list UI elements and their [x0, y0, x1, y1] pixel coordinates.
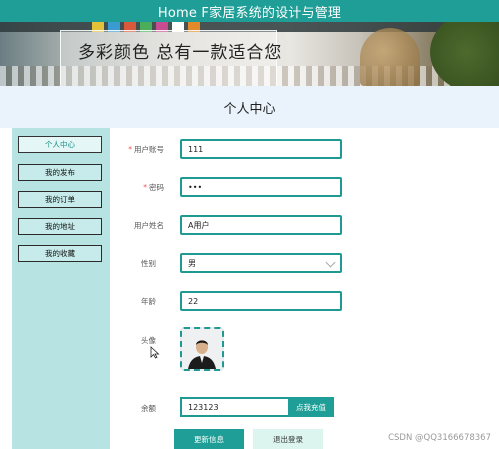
sidebar-item-my-posts[interactable]: 我的发布	[18, 164, 102, 181]
banner-plant-image	[430, 22, 499, 86]
required-mark: *	[143, 183, 147, 192]
balance-label: 余额	[141, 404, 156, 413]
gender-value: 男	[188, 258, 196, 268]
sidebar-item-my-address[interactable]: 我的地址	[18, 218, 102, 235]
update-info-button[interactable]: 更新信息	[174, 429, 244, 449]
name-label: 用户姓名	[134, 221, 164, 230]
app-title: Home F家居系统的设计与管理	[157, 5, 342, 21]
page-title: 个人中心	[223, 102, 276, 117]
age-label: 年龄	[141, 297, 156, 306]
banner-chair-image	[360, 28, 420, 86]
age-value: 22	[188, 296, 199, 306]
sidebar-item-label: 我的发布	[45, 168, 75, 177]
logout-button[interactable]: 退出登录	[253, 429, 323, 449]
recharge-button[interactable]: 点我充值	[288, 397, 334, 417]
password-value: •••	[188, 182, 203, 192]
balance-value: 123123	[188, 402, 219, 412]
balance-field[interactable]: 123123	[180, 397, 288, 417]
chevron-down-icon	[325, 257, 336, 268]
sidebar-item-label: 我的订单	[45, 195, 75, 204]
account-field[interactable]: 111	[180, 139, 342, 159]
hero-banner: 多彩颜色 总有一款适合您	[0, 22, 499, 86]
password-label: * 密码	[143, 183, 164, 192]
name-field[interactable]: A用户	[180, 215, 342, 235]
sidebar-item-my-orders[interactable]: 我的订单	[18, 191, 102, 208]
sidebar-item-personal-center[interactable]: 个人中心	[18, 136, 102, 153]
banner-tagline: 多彩颜色 总有一款适合您	[78, 43, 283, 63]
sidebar-item-label: 我的收藏	[45, 249, 75, 258]
app-title-bar: Home F家居系统的设计与管理	[0, 0, 499, 22]
sidebar-item-my-favorites[interactable]: 我的收藏	[18, 245, 102, 262]
avatar-upload[interactable]	[180, 327, 224, 371]
sidebar-item-label: 我的地址	[45, 222, 75, 231]
gender-select[interactable]: 男	[180, 253, 342, 273]
name-value: A用户	[188, 220, 210, 230]
account-label: * 用户账号	[128, 145, 164, 154]
avatar-image	[182, 329, 222, 369]
watermark: CSDN @QQ3166678367	[388, 433, 491, 443]
gender-label: 性别	[141, 259, 156, 268]
account-value: 111	[188, 144, 204, 154]
required-mark: *	[128, 145, 132, 154]
mouse-cursor-icon	[150, 346, 160, 359]
avatar-label: 头像	[141, 336, 156, 345]
sidebar: 个人中心 我的发布 我的订单 我的地址 我的收藏	[12, 128, 110, 449]
password-field[interactable]: •••	[180, 177, 342, 197]
sidebar-item-label: 个人中心	[45, 140, 75, 149]
age-field[interactable]: 22	[180, 291, 342, 311]
